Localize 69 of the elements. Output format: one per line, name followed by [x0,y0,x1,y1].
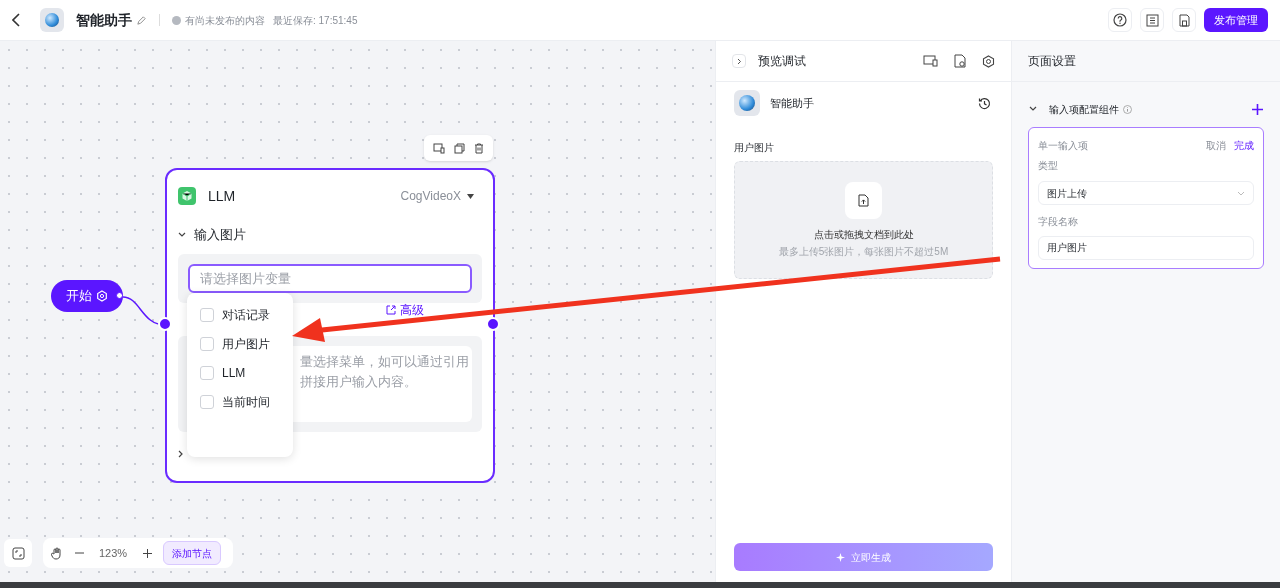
save-button[interactable] [1172,8,1196,32]
item-title: 单一输入项 [1038,138,1088,153]
copy-icon[interactable] [454,142,465,154]
minimap-button[interactable] [4,539,32,567]
prompt-text-line: 拼接用户输入内容。 [300,373,418,391]
help-icon [1113,13,1127,27]
done-button[interactable]: 完成 [1234,137,1254,153]
chevron-icon[interactable] [178,450,184,458]
save-icon [1177,13,1191,27]
start-node-label: 开始 [66,287,92,306]
menu-item[interactable]: LLM [187,358,293,387]
field-label: 用户图片 [734,141,775,155]
field-name-input[interactable]: 用户图片 [1038,236,1254,260]
fit-view-icon [11,546,25,560]
cancel-button[interactable]: 取消 [1206,137,1226,153]
variable-input[interactable]: 请选择图片变量 [188,264,472,293]
upload-title: 点击或拖拽文档到此处 [813,228,914,242]
document-button[interactable] [1140,8,1164,32]
back-icon [12,13,20,27]
section-title: 输入项配置组件 [1049,102,1119,117]
minus-icon [74,552,84,554]
chevron-right-icon [736,57,742,65]
device-icon[interactable] [432,142,445,154]
publish-button[interactable]: 发布管理 [1204,8,1268,32]
collapse-button[interactable] [732,54,746,68]
plus-icon[interactable] [1252,103,1263,115]
panel-title: 页面设置 [1028,53,1076,70]
app-logo [40,8,64,32]
device-icon[interactable] [923,55,938,67]
section-title: 输入图片 [194,226,246,245]
field-label: 字段名称 [1038,215,1079,229]
file-upload-icon [858,194,869,207]
unpublished-status: 有尚未发布的内容 [185,13,265,28]
sparkle-icon [836,552,845,562]
add-node-button[interactable]: 添加节点 [163,541,222,565]
plus-icon [142,548,152,558]
checkbox[interactable] [200,336,214,351]
trash-icon[interactable] [474,142,485,154]
field-label: 类型 [1038,159,1059,173]
app-name: 智能助手 [770,95,814,111]
hand-icon[interactable] [51,546,63,560]
checkbox[interactable] [200,307,214,322]
help-button[interactable] [1108,8,1132,32]
advanced-link[interactable]: 高级 [386,301,424,319]
app-title: 智能助手 [76,10,132,30]
settings-icon[interactable] [982,54,995,68]
app-logo [734,90,760,116]
checkbox[interactable] [200,365,214,380]
chevron-down-icon [1237,190,1245,196]
zoom-level: 123% [99,545,128,561]
zoom-in-button[interactable] [141,547,154,559]
gear-icon [96,290,108,302]
menu-item[interactable]: 对话记录 [187,300,293,329]
external-link-icon [386,305,396,315]
prompt-text-line: 量选择菜单，如可以通过引用 [300,353,470,371]
document-icon[interactable] [954,54,966,68]
node-title: LLM [208,186,236,206]
type-select[interactable]: 图片上传 [1038,181,1254,205]
menu-item[interactable]: 当前时间 [187,387,293,416]
chevron-icon[interactable] [178,232,186,238]
caret-icon [467,193,474,199]
checkbox[interactable] [200,394,214,409]
start-node[interactable]: 开始 [51,280,123,312]
last-saved-time: 最近保存: 17:51:45 [273,13,358,28]
list-icon [1145,13,1159,27]
history-icon[interactable] [978,96,991,110]
cube-icon [178,187,196,205]
panel-title: 预览调试 [758,53,806,70]
chevron-icon[interactable] [1029,106,1037,112]
